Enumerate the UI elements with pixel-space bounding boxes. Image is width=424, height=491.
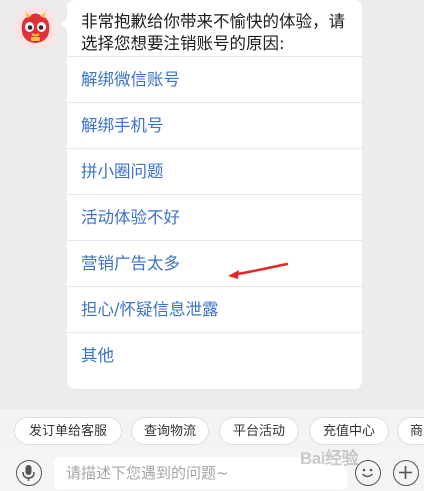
quick-reply-mall[interactable]: 商 xyxy=(397,417,424,445)
input-bar xyxy=(0,453,424,491)
quick-reply-platform-events[interactable]: 平台活动 xyxy=(219,417,299,445)
voice-button[interactable] xyxy=(16,460,42,486)
microphone-icon xyxy=(22,465,35,481)
option-too-many-ads[interactable]: 营销广告太多 xyxy=(67,241,362,287)
watermark: Bai经验 xyxy=(300,449,358,468)
annotation-arrow-icon xyxy=(228,262,289,279)
message-intro: 非常抱歉给你带来不愉快的体验，请选择您想要注销账号的原因: xyxy=(67,0,362,57)
option-circle-issue[interactable]: 拼小圈问题 xyxy=(67,149,362,195)
option-other[interactable]: 其他 xyxy=(67,333,362,379)
more-button[interactable] xyxy=(393,460,419,486)
option-unbind-wechat[interactable]: 解绑微信账号 xyxy=(67,57,362,103)
plus-icon xyxy=(399,466,412,479)
quick-reply-track-shipping[interactable]: 查询物流 xyxy=(131,417,209,445)
message-bubble: 非常抱歉给你带来不愉快的体验，请选择您想要注销账号的原因: 解绑微信账号 解绑手… xyxy=(67,0,362,389)
option-unbind-phone[interactable]: 解绑手机号 xyxy=(67,103,362,149)
mascot-icon xyxy=(14,6,57,49)
emoji-button[interactable] xyxy=(355,460,381,486)
smiley-icon xyxy=(361,468,374,478)
option-bad-activity[interactable]: 活动体验不好 xyxy=(67,195,362,241)
quick-reply-send-order[interactable]: 发订单给客服 xyxy=(14,417,122,445)
quick-reply-bar: 发订单给客服 查询物流 平台活动 充值中心 商 xyxy=(0,409,424,453)
service-avatar[interactable] xyxy=(14,6,57,49)
option-privacy-leak[interactable]: 担心/怀疑信息泄露 xyxy=(67,287,362,333)
quick-reply-recharge-center[interactable]: 充值中心 xyxy=(309,417,389,445)
